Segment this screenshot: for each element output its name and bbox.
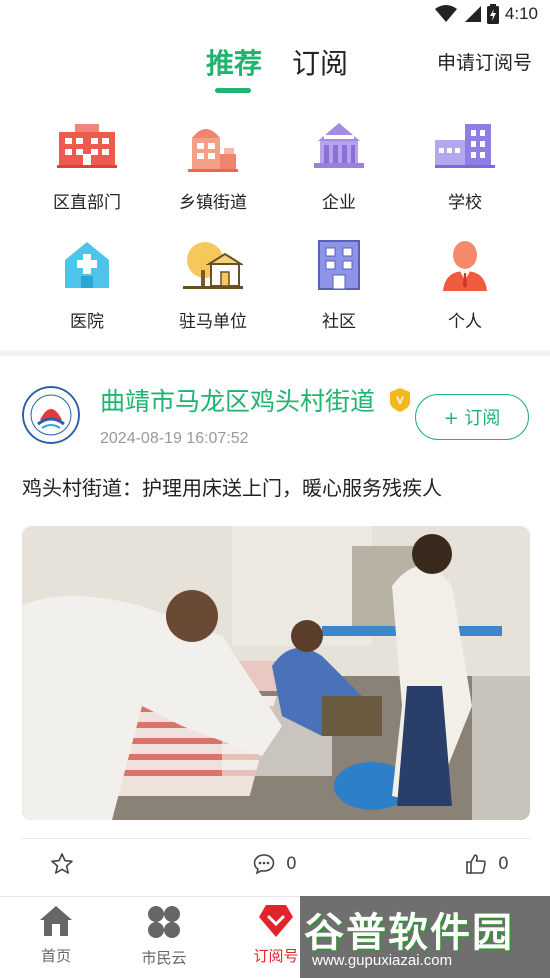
nav-item-citizen-cloud[interactable]: 市民云 bbox=[124, 905, 204, 968]
category-label: 社区 bbox=[322, 312, 356, 332]
clock-time: 4:10 bbox=[504, 4, 538, 23]
nav-item-home[interactable]: 首页 bbox=[16, 905, 96, 966]
post-image[interactable] bbox=[22, 526, 530, 820]
comment-count: 0 bbox=[286, 854, 297, 874]
category-individual[interactable]: 个人 bbox=[402, 237, 528, 334]
watermark-title: 谷普软件园 bbox=[304, 910, 514, 956]
wifi-icon bbox=[434, 5, 457, 22]
category-label: 企业 bbox=[322, 193, 356, 213]
category-resident-units[interactable]: 驻马单位 bbox=[150, 237, 276, 334]
post-author-name[interactable]: 曲靖市马龙区鸡头村街道 bbox=[100, 382, 375, 418]
nav-label-citizen-cloud: 市民云 bbox=[141, 949, 187, 967]
category-government-departments[interactable]: 区直部门 bbox=[24, 118, 150, 215]
category-label: 个人 bbox=[448, 312, 482, 332]
cloud-petals-icon bbox=[148, 906, 180, 938]
star-icon bbox=[51, 853, 73, 874]
category-label: 驻马单位 bbox=[179, 312, 247, 332]
watermark-overlay: 谷普软件园 www.gupuxiazai.com bbox=[300, 896, 550, 978]
favorite-button[interactable] bbox=[50, 852, 74, 876]
post-actions: 0 0 bbox=[0, 852, 550, 888]
like-count: 0 bbox=[498, 854, 509, 874]
resident-unit-icon bbox=[181, 237, 245, 293]
post-divider bbox=[22, 838, 530, 839]
battery-icon bbox=[486, 4, 499, 24]
school-icon bbox=[433, 118, 497, 174]
category-towns-streets[interactable]: 乡镇街道 bbox=[150, 118, 276, 215]
verified-badge-icon: V bbox=[390, 388, 410, 412]
category-enterprise[interactable]: 企业 bbox=[276, 118, 402, 215]
government-building-icon bbox=[55, 118, 119, 174]
comment-button[interactable]: 0 bbox=[252, 852, 297, 876]
post-header: 曲靖市马龙区鸡头村街道 V 2024-08-19 16:07:52 + 订阅 bbox=[0, 378, 550, 458]
status-icons: 4:10 bbox=[434, 4, 538, 24]
home-icon bbox=[40, 906, 72, 936]
enterprise-icon bbox=[307, 118, 371, 174]
category-label: 乡镇街道 bbox=[179, 193, 247, 213]
nav-label-home: 首页 bbox=[40, 947, 71, 965]
hospital-icon bbox=[55, 237, 119, 293]
person-icon bbox=[433, 237, 497, 293]
top-navigation: 推荐 订阅 申请订阅号 bbox=[0, 38, 550, 96]
nav-label-subscription: 订阅号 bbox=[253, 947, 299, 965]
post-title[interactable]: 鸡头村街道：护理用床送上门，暖心服务残疾人 bbox=[22, 472, 532, 501]
cellular-signal-icon bbox=[464, 6, 481, 22]
like-button[interactable]: 0 bbox=[464, 852, 509, 876]
category-hospital[interactable]: 医院 bbox=[24, 237, 150, 334]
avatar[interactable] bbox=[22, 386, 80, 444]
section-divider bbox=[0, 350, 550, 356]
category-label: 医院 bbox=[70, 312, 104, 332]
active-tab-indicator bbox=[215, 88, 251, 93]
category-label: 学校 bbox=[448, 193, 482, 213]
svg-text:V: V bbox=[396, 395, 404, 407]
thumbs-up-icon bbox=[466, 854, 486, 874]
apply-subscription-link[interactable]: 申请订阅号 bbox=[437, 48, 532, 75]
category-grid: 区直部门 乡镇街道 企业 学校 医院 驻马单位 社区 个人 bbox=[24, 118, 528, 334]
comment-icon bbox=[253, 854, 275, 875]
status-bar: 4:10 bbox=[0, 0, 550, 30]
category-school[interactable]: 学校 bbox=[402, 118, 528, 215]
category-community[interactable]: 社区 bbox=[276, 237, 402, 334]
community-icon bbox=[307, 237, 371, 293]
street-building-icon bbox=[181, 118, 245, 174]
subscription-heart-icon bbox=[259, 905, 293, 937]
subscribe-button[interactable]: + 订阅 bbox=[415, 394, 529, 440]
tab-subscribed[interactable]: 订阅 bbox=[292, 42, 348, 82]
post-timestamp: 2024-08-19 16:07:52 bbox=[100, 430, 249, 447]
category-label: 区直部门 bbox=[53, 193, 121, 213]
tab-recommend[interactable]: 推荐 bbox=[206, 42, 262, 82]
watermark-url: www.gupuxiazai.com bbox=[312, 952, 453, 969]
